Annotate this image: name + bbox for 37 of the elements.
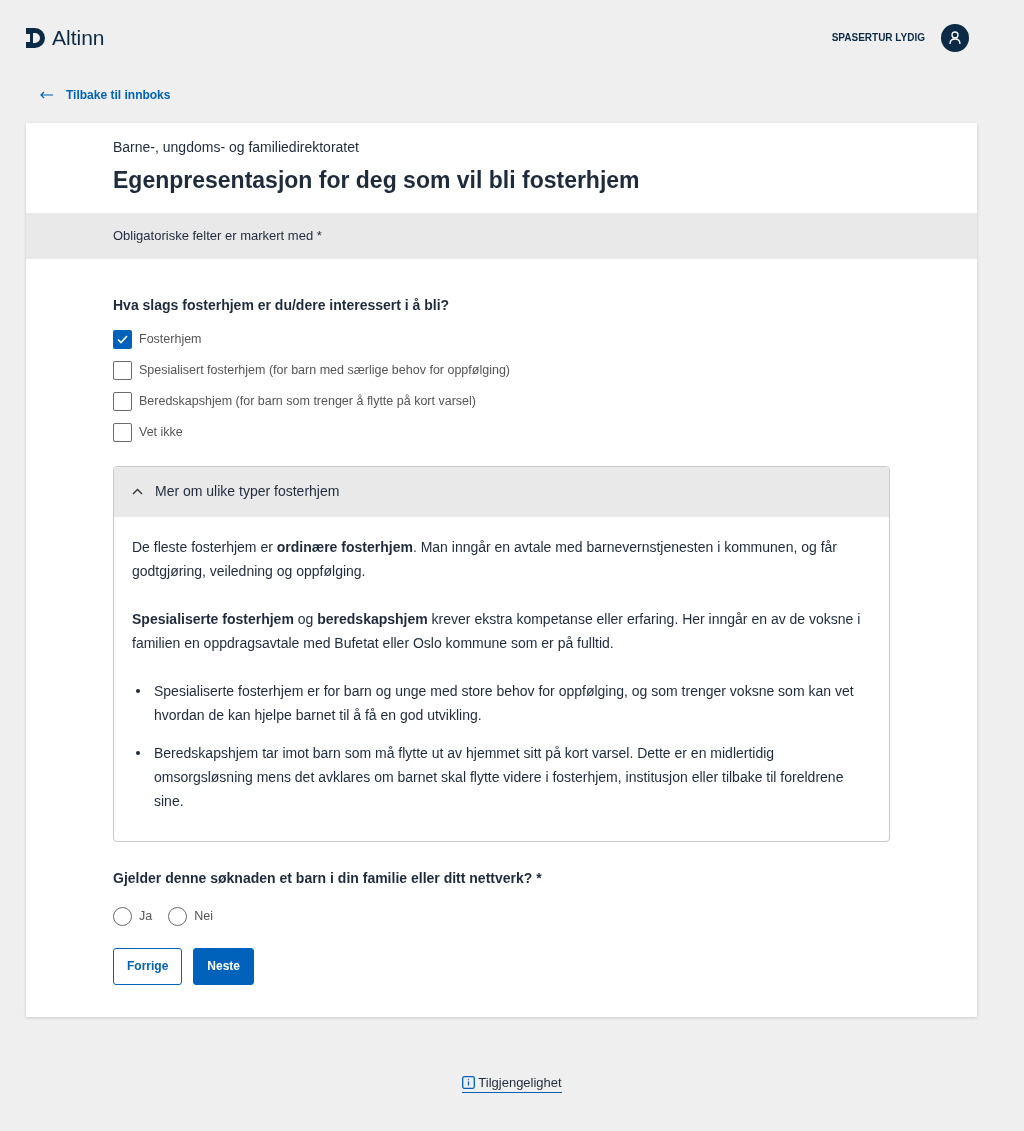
info-icon (462, 1075, 476, 1089)
bullet-icon (136, 688, 140, 693)
bullet-text: Beredskapshjem tar imot barn som må flytte ut av hjemmet sitt på kort varsel. Dette er en midlertidig omsorgsløsning mens det avklares om barnet skal flytte videre i fosterhjem, institusjon eller tilbake til foreldrene sine. (154, 743, 845, 811)
radio-label[interactable]: Nei (194, 906, 213, 926)
info-paragraph: Spesialiserte fosterhjem og beredskapshjem krever ekstra kompetanse eller erfaring. Her inngår en av de voksne i familien en oppdragsavtale med Bufetat eller Oslo kommune som er på fulltid. (132, 609, 862, 653)
previous-button[interactable]: Forrige (113, 947, 183, 985)
back-link[interactable]: Tilbake til innboks (40, 85, 171, 104)
question-label: Gjelder denne søknaden et barn i din familie eller ditt nettverk? * (113, 868, 543, 888)
info-paragraph: De fleste fosterhjem er ordinære fosterhjem. Man inngår en avtale med barnevernstjenesten i kommunen, og får godtgjøring, veiledning og oppfølging. (132, 537, 838, 581)
radio-button[interactable] (113, 906, 132, 926)
user-name: SPASERTUR LYDIG (831, 31, 925, 46)
checkbox[interactable] (113, 329, 132, 349)
chevron-icon (132, 488, 143, 495)
bullet-text: Spesialiserte fosterhjem er for barn og unge med store behov for oppfølging, og som trenger voksne som kan vet hvordan de kan hjelpe barnet til å få en god utvikling. (154, 681, 855, 725)
checkbox-label[interactable]: Spesialisert fosterhjem (for barn med særlige behov for oppfølging) (139, 360, 510, 380)
next-button[interactable]: Neste (193, 947, 255, 985)
required-note: Obligatoriske felter er markert med * (26, 213, 977, 259)
back-link-text[interactable]: Tilbake til innboks (66, 85, 171, 104)
accessibility-link[interactable]: Tilgjengelighet (462, 1072, 562, 1093)
user-avatar-icon[interactable] (941, 23, 969, 52)
accordion-header[interactable]: Mer om ulike typer fosterhjem (114, 466, 889, 517)
bullet-icon (136, 750, 140, 755)
checkmark-icon (117, 334, 128, 344)
checkbox[interactable] (113, 391, 132, 411)
logo-text: Altinn (52, 25, 105, 51)
radio-button[interactable] (168, 906, 188, 926)
checkbox[interactable] (113, 422, 132, 442)
form-title: Egenpresentasjon for deg som vil bli fosterhjem (113, 165, 641, 195)
checkbox-label[interactable]: Beredskapshjem (for barn som trenger å flytte på kort varsel) (139, 391, 476, 411)
checkbox-label[interactable]: Vet ikke (139, 422, 183, 442)
arrow-left-icon (40, 90, 54, 99)
checkbox-label[interactable]: Fosterhjem (139, 329, 202, 349)
checkbox[interactable] (113, 360, 132, 380)
question-label: Hva slags fosterhjem er du/dere interessert i å bli? (113, 295, 451, 315)
organization-name: Barne-, ungdoms- og familiedirektoratet (113, 137, 360, 157)
radio-label[interactable]: Ja (139, 906, 153, 926)
logo-icon (26, 27, 46, 48)
